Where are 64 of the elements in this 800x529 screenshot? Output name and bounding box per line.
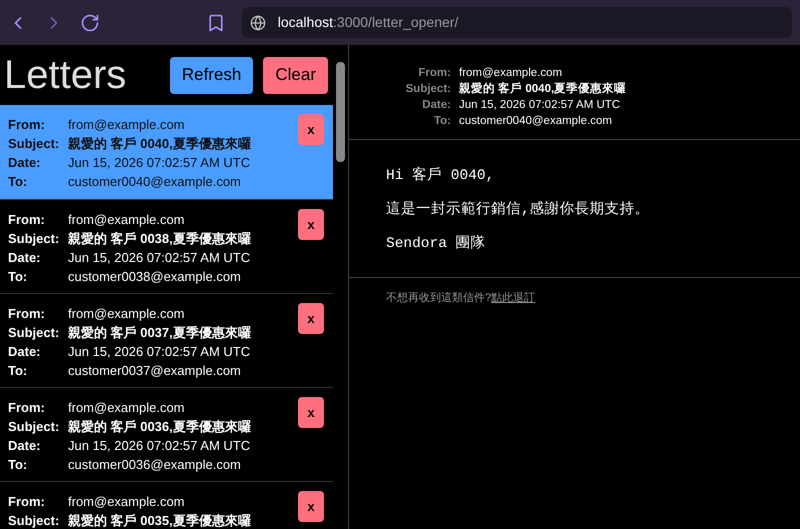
field-label: Date: <box>8 343 42 361</box>
field-value: Jun 15, 2026 07:02:57 AM UTC <box>68 154 250 172</box>
body-paragraph: Sendora 團隊 <box>386 234 487 254</box>
delete-button[interactable]: x <box>298 209 324 240</box>
letters-title: Letters <box>4 52 128 99</box>
field-value: from@example.com <box>68 116 185 134</box>
field-label: Date: <box>8 249 42 267</box>
unsubscribe-link[interactable]: 點此退訂 <box>491 292 536 304</box>
address-bar[interactable]: localhost:3000/letter_opener/ <box>242 7 792 38</box>
field-label: Subject: <box>8 135 60 153</box>
field-value: Jun 15, 2026 07:02:57 AM UTC <box>68 437 250 455</box>
field-value: from@example.com <box>68 493 185 511</box>
field-value: customer0038@example.com <box>68 268 241 286</box>
field-label: To: <box>8 456 28 474</box>
delete-button[interactable]: x <box>298 303 324 334</box>
scrollbar-thumb[interactable] <box>336 62 345 162</box>
url-text: localhost:3000/letter_opener/ <box>278 13 458 32</box>
reload-icon[interactable] <box>80 12 100 32</box>
header-value: Jun 15, 2026 07:02:57 AM UTC <box>459 98 620 113</box>
globe-icon <box>250 14 266 30</box>
field-label: To: <box>8 362 28 380</box>
field-value: customer0036@example.com <box>68 456 241 474</box>
body-paragraph: 這是一封示範行銷信,感謝你長期支持。 <box>386 200 651 220</box>
field-value: 親愛的 客戶 0036,夏季優惠來囉 <box>68 418 251 436</box>
field-value: from@example.com <box>68 305 185 323</box>
field-label: From: <box>8 305 46 323</box>
header-label: To: <box>432 114 451 129</box>
delete-button[interactable]: x <box>298 397 324 428</box>
field-value: Jun 15, 2026 07:02:57 AM UTC <box>68 343 250 361</box>
field-label: Subject: <box>8 418 60 436</box>
field-value: 親愛的 客戶 0035,夏季優惠來囉 <box>68 512 251 529</box>
header-value: 親愛的 客戶 0040,夏季優惠來囉 <box>459 81 626 97</box>
field-label: To: <box>8 268 28 286</box>
body-paragraph: Hi 客戶 0040, <box>386 166 496 186</box>
field-value: customer0040@example.com <box>68 173 241 191</box>
field-value: 親愛的 客戶 0040,夏季優惠來囉 <box>68 135 251 153</box>
field-value: Jun 15, 2026 07:02:57 AM UTC <box>68 249 250 267</box>
letter-item[interactable]: From: from@example.com Subject: 親愛的 客戶 0035,夏季優惠來囉 x <box>0 481 333 529</box>
header-value: from@example.com <box>459 66 562 81</box>
field-value: from@example.com <box>68 399 185 417</box>
field-label: Date: <box>8 437 42 455</box>
field-label: From: <box>8 211 46 229</box>
header-value: customer0040@example.com <box>459 114 612 129</box>
field-value: 親愛的 客戶 0037,夏季優惠來囉 <box>68 324 251 342</box>
field-value: from@example.com <box>68 211 185 229</box>
field-label: Subject: <box>8 324 60 342</box>
field-value: 親愛的 客戶 0038,夏季優惠來囉 <box>68 230 251 248</box>
field-label: Subject: <box>8 512 60 529</box>
header-label: From: <box>417 66 451 81</box>
field-label: From: <box>8 493 46 511</box>
field-value: customer0037@example.com <box>68 362 241 380</box>
header-label: Date: <box>421 98 451 113</box>
field-label: From: <box>8 116 46 134</box>
field-label: From: <box>8 399 46 417</box>
field-label: Subject: <box>8 230 60 248</box>
header-label: Subject: <box>404 82 451 97</box>
delete-button[interactable]: x <box>298 114 324 145</box>
field-label: To: <box>8 173 28 191</box>
footer-text: 不想再收到這類信件? <box>386 292 492 304</box>
delete-button[interactable]: x <box>298 491 324 522</box>
letter-item[interactable]: From: from@example.com Subject: 親愛的 客戶 0040,夏季優惠來囉 Date: Jun 15, 2026 07:02:57 AM UTC To: customer0040@example.com x <box>0 105 333 199</box>
refresh-button[interactable]: Refresh <box>170 56 254 94</box>
field-label: Date: <box>8 154 42 172</box>
clear-button[interactable]: Clear <box>263 56 328 94</box>
